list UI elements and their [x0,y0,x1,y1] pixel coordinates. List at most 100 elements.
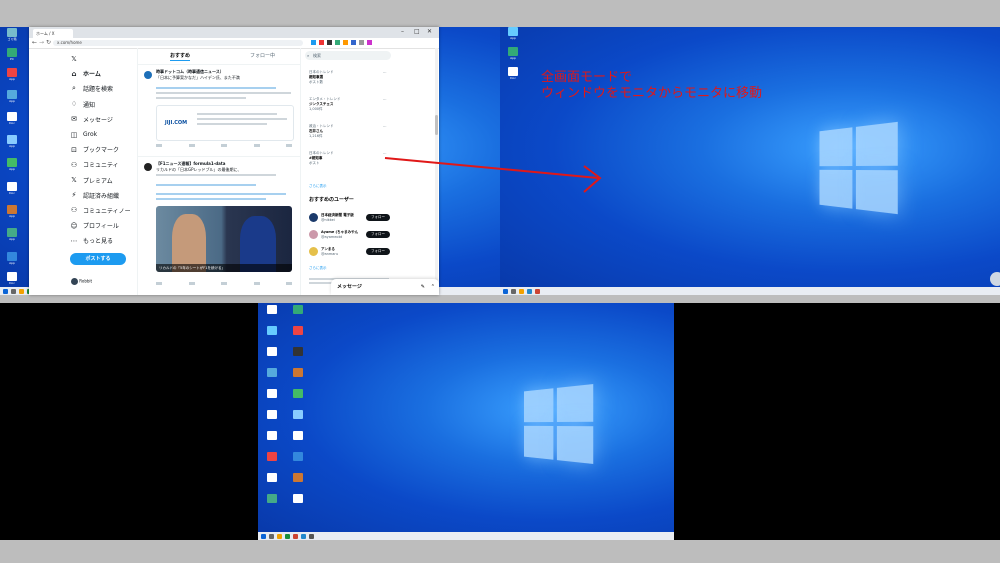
search-input[interactable]: ⌕ 検索 [305,51,391,60]
back-icon[interactable]: ← [32,39,37,46]
taskbar-top-right[interactable] [500,287,1000,295]
desktop-icon[interactable] [290,326,306,335]
desktop-icon[interactable] [264,494,280,503]
desktop-icon[interactable] [290,410,306,419]
desktop-icon[interactable]: App [4,68,20,81]
desktop-icon[interactable] [264,305,280,314]
post-image[interactable]: リカルドの「5年のシートがF1を続ける」 [156,206,292,272]
desktop-icon-glyph [293,389,303,398]
app-icon[interactable] [301,533,306,539]
desktop-icon[interactable]: App [505,47,521,60]
desktop-icon[interactable]: Doc [505,67,521,80]
desktop-icon[interactable] [264,473,280,482]
desktop-icon[interactable]: App [4,158,20,171]
sidebar-item-label: 通知 [83,101,96,109]
more-icon[interactable]: … [383,97,387,102]
link-card[interactable]: JIJI.COM [156,105,294,141]
side-handle-icon[interactable] [990,272,1000,286]
post[interactable]: 【F1ニュース速報】formula1-data リカルドの「日本GPレッドブル」… [138,156,300,295]
browser-window[interactable]: ホーム / X – □ ✕ ← → ↻ x.com/home 𝕏 ⌂ ホーム ⌕ 話題を… [29,27,439,295]
desktop-icon[interactable] [264,431,280,440]
tab-for-you[interactable]: おすすめ [170,52,190,59]
desktop-icon[interactable]: App [505,27,521,40]
desktop-icon-glyph [267,389,277,398]
desktop-icon[interactable]: App [4,228,20,241]
search-icon[interactable] [11,288,16,294]
desktop-icon[interactable] [290,431,306,440]
forward-icon[interactable]: → [39,39,44,46]
desktop-icon[interactable] [290,452,306,461]
desktop-icon[interactable] [264,452,280,461]
desktop-icon[interactable] [264,326,280,335]
desktop-icon[interactable]: PC [4,48,20,61]
messages-drawer[interactable]: メッセージ ✎ ⌃ [331,279,439,295]
app-icon[interactable] [511,288,516,294]
desktop-icon-glyph [267,368,277,377]
text-placeholder [156,193,286,195]
avatar [309,247,318,256]
desktop-icon[interactable] [290,473,306,482]
app-icon[interactable] [285,533,290,539]
app-icon[interactable] [19,288,24,294]
desktop-icon[interactable] [290,305,306,314]
desktop-icon[interactable]: Doc [4,182,20,195]
desktop-icon[interactable] [290,347,306,356]
app-icon[interactable] [527,288,532,294]
taskbar-bottom[interactable] [258,532,674,540]
post[interactable]: 時事ドットコム（時事通信ニュース） 「日本に予算案かなだ」ハイデン氏、また不満 … [138,64,300,155]
scrollbar-thumb[interactable] [435,115,438,135]
user-name: Ayame (ちゃまみやん [321,230,359,234]
desktop-icon[interactable]: App [4,252,20,265]
scrollbar[interactable] [435,48,438,295]
desktop-icon[interactable]: App [4,135,20,148]
follow-button[interactable]: フォロー [366,214,390,221]
desktop-icon[interactable] [264,389,280,398]
desktop-icon[interactable]: Doc [4,112,20,125]
browser-tab[interactable]: ホーム / X [33,29,73,38]
app-icon[interactable] [277,533,282,539]
tab-following[interactable]: フォロー中 [250,52,275,59]
desktop-icon[interactable]: ゴミ箱 [4,28,20,41]
desktop-icon[interactable] [290,494,306,503]
app-icon[interactable] [535,288,540,294]
windows-logo [819,121,900,215]
follow-button[interactable]: フォロー [366,248,390,255]
app-icon[interactable] [293,533,298,539]
close-icon[interactable]: ✕ [427,28,432,35]
compose-icon[interactable]: ✎ [421,279,425,295]
app-icon[interactable] [519,288,524,294]
post-actions[interactable] [156,282,292,285]
more-icon[interactable]: … [383,70,387,75]
maximize-icon[interactable]: □ [414,28,420,35]
post-actions[interactable] [156,144,292,147]
follow-button[interactable]: フォロー [366,231,390,238]
desktop-icon[interactable] [264,368,280,377]
extension-icons[interactable] [311,40,372,45]
app-icon[interactable] [269,533,274,539]
minimize-icon[interactable]: – [401,28,404,35]
desktop-icon[interactable]: App [4,90,20,103]
more-icon[interactable]: … [383,124,387,129]
desktop-icon[interactable] [290,368,306,377]
trend-meta: 日本のトレンド [309,70,334,74]
url-input[interactable]: x.com/home [53,40,303,46]
account-switcher[interactable]: Robbit [71,278,92,285]
desktop-icon-glyph [267,410,277,419]
app-icon[interactable] [309,533,314,539]
start-icon[interactable] [261,533,266,539]
post-button[interactable]: ポストする [70,253,126,265]
start-icon[interactable] [503,288,508,294]
desktop-icon[interactable] [290,389,306,398]
more-icon[interactable]: … [383,151,387,156]
expand-icon[interactable]: ⌃ [431,279,435,295]
desktop-icon[interactable]: App [4,205,20,218]
desktop-icon-glyph [293,326,303,335]
start-icon[interactable] [3,288,8,294]
show-more-link[interactable]: さらに表示 [309,184,327,189]
reload-icon[interactable]: ↻ [46,39,51,46]
desktop-icon[interactable] [264,347,280,356]
desktop-icon[interactable]: Doc [4,272,20,285]
desktop-icon[interactable] [264,410,280,419]
show-more-link[interactable]: さらに表示 [309,266,327,271]
post-author: 時事ドットコム（時事通信ニュース） [156,69,224,74]
